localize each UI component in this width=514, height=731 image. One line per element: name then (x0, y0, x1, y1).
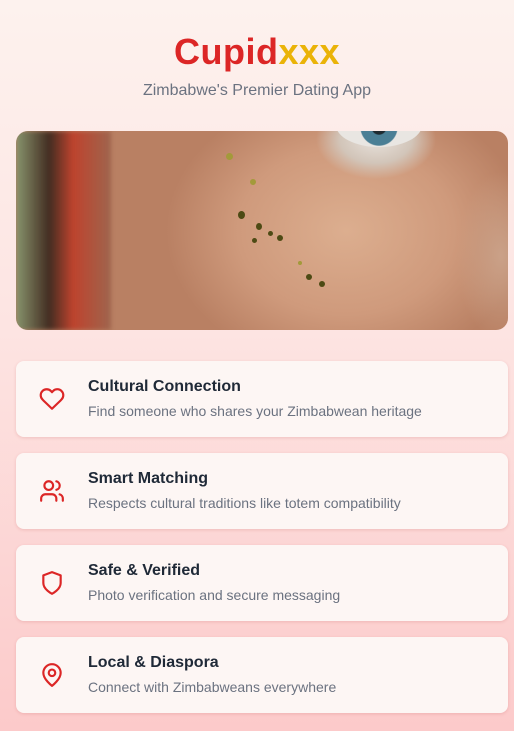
freckle (256, 223, 262, 230)
freckle (298, 261, 302, 265)
app-logo: Cupidxxx (0, 32, 514, 72)
hero-cheek-shape (456, 171, 508, 330)
feature-card-cultural-connection: Cultural Connection Find someone who sha… (16, 361, 508, 437)
app-header: Cupidxxx Zimbabwe's Premier Dating App (0, 0, 514, 100)
shield-icon (36, 569, 68, 597)
heart-icon (36, 385, 68, 413)
feature-card-local-diaspora: Local & Diaspora Connect with Zimbabwean… (16, 637, 508, 713)
logo-text-primary: Cupid (173, 31, 279, 72)
feature-title: Smart Matching (88, 470, 209, 487)
hero-image (16, 131, 508, 330)
feature-description: Connect with Zimbabweans everywhere (88, 679, 337, 695)
freckle (277, 235, 283, 241)
feature-title: Local & Diaspora (88, 654, 219, 671)
logo-text-accent: xxx (278, 31, 341, 72)
freckle (252, 238, 257, 243)
feature-card-smart-matching: Smart Matching Respects cultural traditi… (16, 453, 508, 529)
freckle (319, 281, 325, 287)
feature-description: Find someone who shares your Zimbabwean … (88, 403, 422, 419)
hero-eye-shape (336, 131, 422, 147)
users-icon (36, 477, 68, 505)
freckle (306, 274, 312, 280)
freckle (250, 179, 256, 185)
feature-title: Safe & Verified (88, 562, 201, 579)
map-pin-icon (36, 661, 68, 689)
freckle (238, 211, 245, 219)
hero-hair-shape (16, 131, 111, 330)
feature-title: Cultural Connection (88, 378, 241, 395)
feature-description: Photo verification and secure messaging (88, 587, 341, 603)
freckle (268, 231, 273, 236)
feature-description: Respects cultural traditions like totem … (88, 495, 401, 511)
freckle (226, 153, 233, 160)
app-tagline: Zimbabwe's Premier Dating App (142, 82, 372, 99)
feature-card-safe-verified: Safe & Verified Photo verification and s… (16, 545, 508, 621)
